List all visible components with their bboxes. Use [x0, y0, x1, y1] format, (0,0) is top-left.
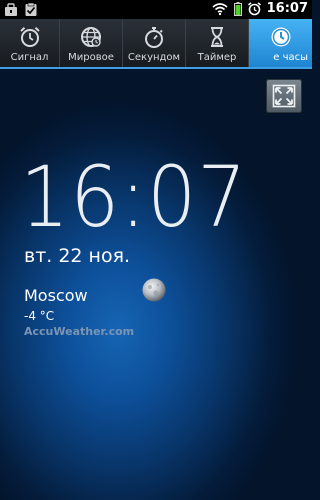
notification-icons [4, 2, 38, 17]
stopwatch-icon [145, 27, 163, 48]
globe-icon [81, 27, 101, 47]
tab-world-clock[interactable]: Мировое [60, 19, 123, 67]
moon-icon [142, 278, 166, 302]
system-icons: 16:07 [212, 1, 308, 16]
tab-timer[interactable]: Таймер [186, 19, 249, 67]
tab-label: Сигнал [10, 52, 49, 63]
tab-label: Мировое [68, 52, 114, 63]
weather-temperature: -4 °C [24, 309, 55, 323]
tab-label: Таймер [197, 52, 237, 63]
wifi-icon [212, 2, 228, 15]
bag-notification-icon [5, 3, 17, 16]
fullscreen-button[interactable] [266, 79, 302, 113]
expand-icon [272, 84, 296, 108]
tab-bar: Сигнал Мировое Секундом Таймер е часы [0, 19, 312, 69]
battery-icon [233, 1, 242, 16]
weather-city[interactable]: Moscow [24, 286, 88, 305]
status-bar: 16:07 [0, 0, 312, 19]
clock-date: вт. 22 ноя. [24, 245, 131, 267]
alarm-clock-icon [19, 27, 40, 47]
tab-stopwatch[interactable]: Секундом [123, 19, 186, 67]
clock-icon [271, 27, 290, 47]
clock-time: 16:07 [20, 155, 267, 239]
tab-alarm[interactable]: Сигнал [0, 19, 60, 67]
clipboard-check-icon [25, 2, 37, 16]
clock-digits: 16:07 [20, 148, 248, 246]
tab-desk-clock[interactable]: е часы [249, 19, 312, 67]
hourglass-icon [211, 27, 223, 47]
weather-provider[interactable]: AccuWeather.com [24, 325, 134, 338]
status-time: 16:07 [266, 1, 308, 16]
tab-label: е часы [273, 52, 308, 63]
tab-label: Секундом [127, 52, 181, 63]
alarm-status-icon [247, 1, 261, 15]
